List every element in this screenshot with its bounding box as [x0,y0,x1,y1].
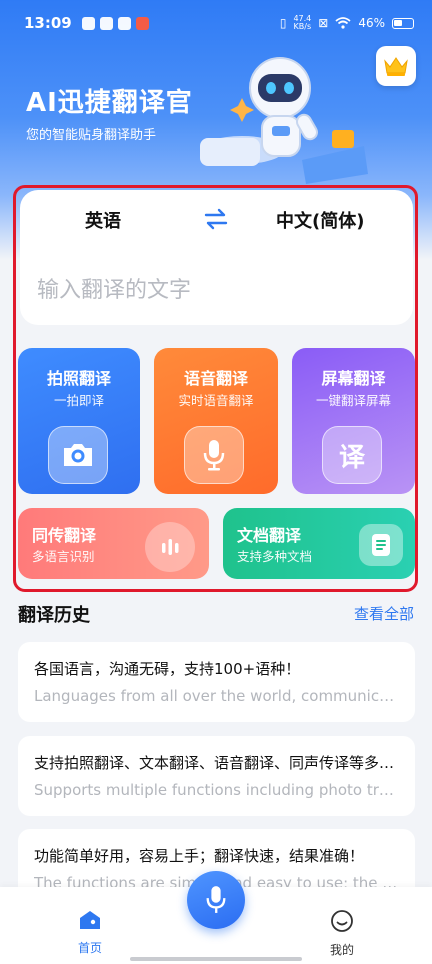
vip-button[interactable] [376,46,416,86]
document-icon [372,534,390,556]
source-language-selector[interactable]: 英语 [85,207,121,233]
nav-mine-tab[interactable]: 我的 [322,909,362,958]
history-source-text: 支持拍照翻译、文本翻译、语音翻译、同声传译等多种功能 [34,754,399,772]
crown-icon [384,57,408,76]
microphone-icon [206,886,226,913]
app-title: AI迅捷翻译官 [26,88,193,118]
target-language-selector[interactable]: 中文(简体) [276,207,364,233]
smiley-icon [331,910,353,932]
status-bar: 13:09 ▯ 47.4 KB/s ⊠ 46% [0,0,432,46]
tile-subtitle: 一键翻译屏幕 [315,393,391,408]
tile-icon-frame [359,524,403,566]
photo-translate-button[interactable]: 拍照翻译 一拍即译 [18,348,140,494]
home-icon [80,911,100,929]
history-source-text: 功能简单好用，容易上手；翻译快速，结果准确！ [34,847,365,865]
history-source-text: 各国语言，沟通无碍，支持100+语种！ [34,660,301,678]
history-translated-text: Languages from all over the world, commu… [34,687,399,705]
app-notification-icon [135,16,149,30]
translate-text-input[interactable]: 输入翻译的文字 [37,272,191,304]
vibrate-icon: ▯ [279,16,287,30]
tile-title: 文档翻译 [237,526,302,545]
wifi-icon [335,17,351,29]
battery-percent: 46% [358,16,385,30]
robot-mascot-illustration [200,57,368,184]
translate-char-icon: 译 [338,442,365,473]
history-translated-text: Supports multiple functions including ph… [34,781,399,799]
history-item[interactable]: 支持拍照翻译、文本翻译、语音翻译、同声传译等多种功能 Supports mult… [18,736,415,816]
sim-icon: ⊠ [318,16,329,30]
voice-translate-button[interactable]: 语音翻译 实时语音翻译 [154,348,278,494]
app-notification-icon [117,16,131,30]
tile-title: 屏幕翻译 [321,369,386,388]
waveform-icon [162,539,179,555]
tile-icon-frame [184,426,244,484]
tile-icon-frame: 译 [322,426,382,484]
voice-input-button[interactable] [187,871,245,929]
nav-home-tab[interactable]: 首页 [70,909,110,956]
document-translate-button[interactable]: 文档翻译 支持多种文档 [223,508,415,579]
tile-subtitle: 支持多种文档 [237,549,313,564]
tile-subtitle: 多语言识别 [32,549,95,564]
notification-icons [81,16,149,30]
tile-subtitle: 一拍即译 [53,393,104,408]
microphone-icon [203,440,225,471]
tile-subtitle: 实时语音翻译 [178,393,254,408]
history-item[interactable]: 各国语言，沟通无碍，支持100+语种！ Languages from all o… [18,642,415,722]
nav-home-label: 首页 [77,941,102,955]
screen-translate-button[interactable]: 屏幕翻译 一键翻译屏幕 译 [292,348,415,494]
view-all-history-link[interactable]: 查看全部 [354,603,414,624]
tile-icon-frame [145,522,195,572]
net-speed: 47.4 KB/s [293,15,311,31]
gesture-home-indicator[interactable] [130,957,302,961]
app-notification-icon [99,16,113,30]
tile-title: 语音翻译 [183,369,248,388]
tile-title: 同传翻译 [32,526,97,545]
swap-languages-icon[interactable] [203,208,229,230]
net-speed-unit: KB/s [293,22,312,31]
status-right: ▯ 47.4 KB/s ⊠ 46% [280,15,414,31]
camera-icon [64,444,92,466]
status-time: 13:09 [24,14,72,32]
battery-icon [392,17,414,29]
history-heading: 翻译历史 [18,605,90,626]
tile-icon-frame [48,426,108,484]
simultaneous-translate-button[interactable]: 同传翻译 多语言识别 [18,508,209,579]
nav-mine-label: 我的 [329,943,354,957]
tile-title: 拍照翻译 [46,369,111,388]
app-notification-icon [81,16,95,30]
app-subtitle: 您的智能贴身翻译助手 [26,128,157,143]
